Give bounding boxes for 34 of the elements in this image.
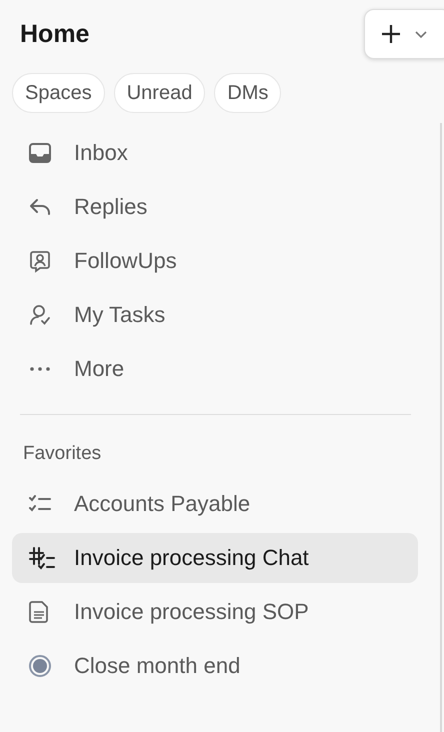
checklist-icon <box>28 494 52 514</box>
nav-item[interactable]: FollowUps <box>12 236 418 286</box>
favorite-label: Close month end <box>74 653 240 679</box>
nav-label: More <box>74 356 124 382</box>
hashtag-checklist-icon <box>28 546 56 570</box>
document-icon <box>28 600 50 624</box>
nav-item[interactable]: More <box>12 344 418 394</box>
nav-item[interactable]: Inbox <box>12 128 418 178</box>
favorite-label: Invoice processing SOP <box>74 599 309 625</box>
nav-label: Inbox <box>74 140 128 166</box>
nav-label: FollowUps <box>74 248 177 274</box>
filter-chip[interactable]: DMs <box>214 73 282 113</box>
filter-chip[interactable]: Spaces <box>12 73 105 113</box>
favorite-item[interactable]: Invoice processing Chat <box>12 533 418 583</box>
chevron-down-icon <box>414 29 428 39</box>
favorite-item[interactable]: Close month end <box>12 641 418 691</box>
person-bubble-icon <box>28 249 52 273</box>
favorite-item[interactable]: Accounts Payable <box>12 479 418 529</box>
filter-chip[interactable]: Unread <box>114 73 206 113</box>
favorite-label: Accounts Payable <box>74 491 250 517</box>
more-icon <box>28 366 52 372</box>
plus-icon <box>380 23 402 45</box>
person-check-icon <box>28 303 52 327</box>
add-menu-button[interactable] <box>364 9 444 59</box>
nav-item[interactable]: My Tasks <box>12 290 418 340</box>
page-title: Home <box>20 20 90 48</box>
tray-icon <box>28 141 52 165</box>
nav-item[interactable]: Replies <box>12 182 418 232</box>
radio-status-icon <box>28 654 52 678</box>
section-heading: Favorites <box>22 442 102 466</box>
favorite-label: Invoice processing Chat <box>74 545 309 571</box>
nav-label: My Tasks <box>74 302 166 328</box>
favorite-item[interactable]: Invoice processing SOP <box>12 587 418 637</box>
nav-label: Replies <box>74 194 148 220</box>
